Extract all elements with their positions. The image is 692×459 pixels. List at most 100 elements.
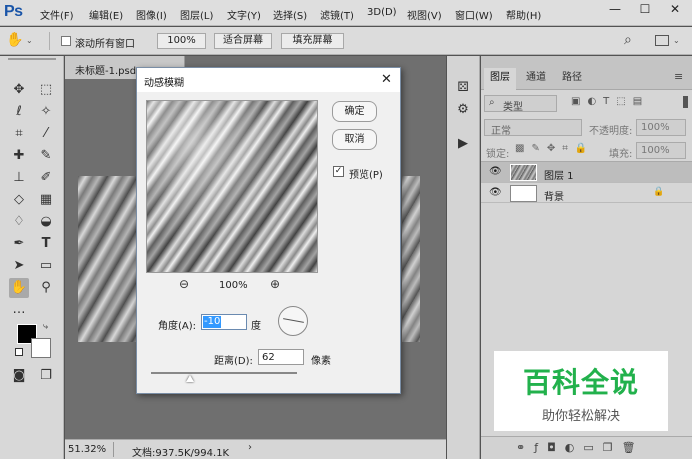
menu-file[interactable]: 文件(F) <box>40 7 74 22</box>
marquee-tool-icon[interactable]: ⬚ <box>36 80 56 100</box>
motion-blur-dialog: 动感模糊 ✕ ⊖ 100% ⊕ 确定 取消 ✓ 预览(P) 角度(A): -10… <box>136 67 401 394</box>
layer-name[interactable]: 背景 <box>544 188 564 203</box>
angle-input[interactable]: -10 <box>201 314 247 330</box>
divider <box>49 32 50 50</box>
workspace-chevron-icon[interactable]: ⌄ <box>673 36 680 45</box>
status-menu-chevron-icon[interactable]: › <box>248 442 252 453</box>
healing-brush-tool-icon[interactable]: ✚ <box>9 146 29 166</box>
blend-mode-select[interactable]: 正常 <box>484 119 582 137</box>
canvas-image-right[interactable] <box>402 176 420 342</box>
rectangle-tool-icon[interactable]: ▭ <box>36 256 56 276</box>
background-color-swatch[interactable] <box>31 338 51 358</box>
chevron-down-icon[interactable]: ⌄ <box>26 36 33 45</box>
eyedropper-tool-icon[interactable]: ⁄ <box>36 124 56 144</box>
layer-row-background[interactable]: 👁 背景 🔒 <box>481 182 692 203</box>
tab-layers[interactable]: 图层 <box>484 68 516 90</box>
gradient-tool-icon[interactable]: ▦ <box>36 190 56 210</box>
filter-type-label: 类型 <box>503 102 523 113</box>
layer-footer-icons[interactable]: ⚭ƒ◘◐▭❐🗑 <box>516 441 645 454</box>
opacity-label: 不透明度: <box>589 126 633 137</box>
history-panel-icon[interactable]: ⚄ <box>453 78 473 98</box>
menu-image[interactable]: 图像(I) <box>136 7 167 22</box>
default-colors-icon[interactable] <box>15 348 23 356</box>
preview-label: 预览(P) <box>349 170 383 181</box>
visibility-eye-icon[interactable]: 👁 <box>489 187 502 198</box>
options-bar: ✋ ⌄ 滚动所有窗口 100% 适合屏幕 填充屏幕 ⌕ ⌄ <box>0 27 692 55</box>
close-window-button[interactable]: ✕ <box>660 0 690 20</box>
zoom-100-button[interactable]: 100% <box>157 33 206 49</box>
lasso-tool-icon[interactable]: ℓ <box>9 102 29 122</box>
menu-window[interactable]: 窗口(W) <box>455 7 493 22</box>
ok-button[interactable]: 确定 <box>332 101 377 122</box>
minimize-button[interactable]: — <box>600 0 630 20</box>
maximize-button[interactable]: ☐ <box>630 0 660 20</box>
hand-tool-icon[interactable]: ✋ <box>9 278 29 298</box>
preview-zoom: 100% <box>219 280 248 291</box>
layer-name[interactable]: 图层 1 <box>544 167 574 182</box>
canvas-image-left[interactable] <box>78 176 138 342</box>
menu-view[interactable]: 视图(V) <box>407 7 442 22</box>
actions-play-icon[interactable]: ▶ <box>453 134 473 154</box>
properties-panel-icon[interactable]: ⚙ <box>453 100 473 120</box>
angle-label: 角度(A): <box>158 321 197 332</box>
distance-label: 距离(D): <box>214 356 253 367</box>
fill-screen-button[interactable]: 填充屏幕 <box>281 33 344 49</box>
search-icon[interactable]: ⌕ <box>624 32 632 48</box>
blur-tool-icon[interactable]: ♢ <box>9 212 29 232</box>
menu-help[interactable]: 帮助(H) <box>506 7 541 22</box>
distance-slider-thumb[interactable] <box>186 375 195 382</box>
swap-colors-icon[interactable]: ⤷ <box>43 322 48 332</box>
layer-filter-select[interactable]: ⌕ 类型 <box>484 95 557 113</box>
angle-dial[interactable] <box>278 306 308 336</box>
distance-unit: 像素 <box>311 356 331 367</box>
distance-input[interactable]: 62 <box>258 349 304 365</box>
pen-tool-icon[interactable]: ✒ <box>9 234 29 254</box>
tab-channels[interactable]: 通道 <box>519 68 553 90</box>
menu-filter[interactable]: 滤镜(T) <box>320 7 354 22</box>
distance-slider-track[interactable] <box>151 372 297 374</box>
panel-menu-icon[interactable]: ≡ <box>674 70 683 83</box>
menu-layer[interactable]: 图层(L) <box>180 7 213 22</box>
preview-checkbox[interactable]: ✓ <box>333 166 344 177</box>
crop-tool-icon[interactable]: ⌗ <box>9 124 29 144</box>
layer-row-layer1[interactable]: 👁 图层 1 <box>481 161 692 182</box>
clone-stamp-tool-icon[interactable]: ⊥ <box>9 168 29 188</box>
lock-icons[interactable]: ▩✎✥⌗🔒 <box>515 143 594 154</box>
hand-tool-preset-icon[interactable]: ✋ <box>6 32 23 48</box>
layers-panel-footer: ⚭ƒ◘◐▭❐🗑 <box>481 436 692 459</box>
screen-mode-icon[interactable]: ❐ <box>36 366 56 386</box>
magic-wand-tool-icon[interactable]: ✧ <box>36 102 56 122</box>
more-tools-icon[interactable]: … <box>9 300 29 320</box>
opacity-input[interactable]: 100% <box>636 119 686 136</box>
divider <box>113 442 114 457</box>
cancel-button[interactable]: 取消 <box>332 129 377 150</box>
workspace-icon[interactable] <box>655 35 669 46</box>
zoom-out-icon[interactable]: ⊖ <box>179 277 189 291</box>
scroll-all-checkbox[interactable] <box>61 36 71 46</box>
zoom-in-icon[interactable]: ⊕ <box>270 277 280 291</box>
move-tool-icon[interactable]: ✥ <box>9 80 29 100</box>
menu-3d[interactable]: 3D(D) <box>367 7 397 18</box>
menu-type[interactable]: 文字(Y) <box>227 7 261 22</box>
zoom-tool-icon[interactable]: ⚲ <box>36 278 56 298</box>
photoshop-logo: Ps <box>4 3 23 20</box>
brush-tool-icon[interactable]: ✎ <box>36 146 56 166</box>
fit-screen-button[interactable]: 适合屏幕 <box>214 33 272 49</box>
fill-input[interactable]: 100% <box>636 142 686 159</box>
tab-paths[interactable]: 路径 <box>555 68 589 90</box>
dodge-tool-icon[interactable]: ◒ <box>36 212 56 232</box>
filter-toggle-icon[interactable] <box>683 96 688 108</box>
lock-icon: 🔒 <box>653 187 665 197</box>
quick-mask-icon[interactable]: ◙ <box>9 366 29 386</box>
type-tool-icon[interactable]: T <box>36 234 56 254</box>
menu-select[interactable]: 选择(S) <box>273 7 307 22</box>
visibility-eye-icon[interactable]: 👁 <box>489 166 502 177</box>
close-icon[interactable]: ✕ <box>381 72 392 87</box>
history-brush-tool-icon[interactable]: ✐ <box>36 168 56 188</box>
path-selection-tool-icon[interactable]: ➤ <box>9 256 29 276</box>
blur-preview-highlight <box>147 101 317 272</box>
zoom-level[interactable]: 51.32% <box>68 444 106 455</box>
menu-edit[interactable]: 编辑(E) <box>89 7 123 22</box>
layer-filter-icons[interactable]: ▣◐T⬚▤ <box>571 96 649 107</box>
eraser-tool-icon[interactable]: ◇ <box>9 190 29 210</box>
